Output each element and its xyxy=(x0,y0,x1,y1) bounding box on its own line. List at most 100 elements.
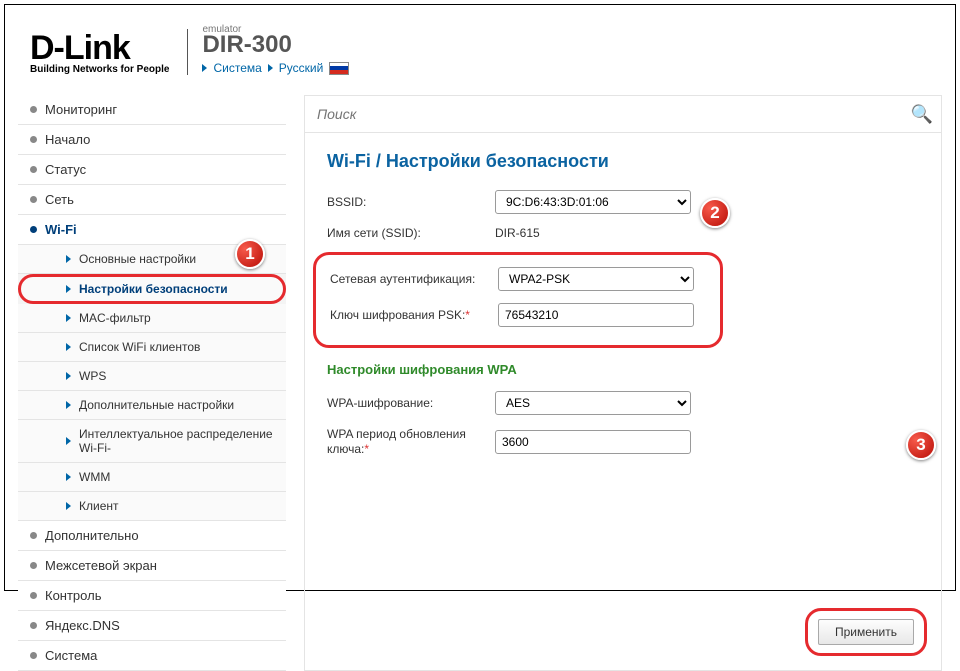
wpa-section-heading: Настройки шифрования WPA xyxy=(327,362,923,377)
apply-button[interactable]: Применить xyxy=(818,619,914,645)
wpa-enc-label: WPA-шифрование: xyxy=(327,396,495,410)
bullet-icon xyxy=(30,196,37,203)
sidebar-item-system[interactable]: Система xyxy=(18,641,286,671)
bullet-icon xyxy=(30,622,37,629)
submenu-smart-wifi[interactable]: Интеллектуальное распределение Wi-Fi- xyxy=(18,420,286,463)
callout-auth-box: Сетевая аутентификация: WPA2-PSK Ключ ши… xyxy=(313,252,723,348)
sidebar-item-label: Wi-Fi xyxy=(45,222,77,237)
submenu-label: Клиент xyxy=(79,499,119,513)
divider xyxy=(187,29,188,75)
submenu-security[interactable]: Настройки безопасности xyxy=(18,274,286,304)
bullet-icon xyxy=(30,562,37,569)
annotation-badge-2: 2 xyxy=(700,198,730,228)
submenu-label: Дополнительные настройки xyxy=(79,398,234,412)
bullet-icon xyxy=(30,226,37,233)
apply-callout: Применить xyxy=(805,608,927,656)
row-wpa-enc: WPA-шифрование: AES xyxy=(327,391,923,415)
submenu-label: Основные настройки xyxy=(79,252,196,266)
sidebar-item-label: Межсетевой экран xyxy=(45,558,157,573)
row-wpa-period: WPA период обновления ключа:* xyxy=(327,427,923,457)
search-input[interactable] xyxy=(313,100,911,128)
sidebar-item-label: Начало xyxy=(45,132,90,147)
auth-label: Сетевая аутентификация: xyxy=(330,272,498,286)
sidebar-item-label: Дополнительно xyxy=(45,528,139,543)
submenu-client-list[interactable]: Список WiFi клиентов xyxy=(18,333,286,362)
model-name: DIR-300 xyxy=(202,33,349,57)
caret-icon xyxy=(66,502,71,510)
search-icon[interactable]: 🔍 xyxy=(911,104,933,125)
submenu-label: WPS xyxy=(79,369,106,383)
submenu-label: Настройки безопасности xyxy=(79,282,228,296)
submenu-label: Список WiFi клиентов xyxy=(79,340,200,354)
sidebar-item-monitoring[interactable]: Мониторинг xyxy=(18,95,286,125)
bullet-icon xyxy=(30,592,37,599)
psk-input[interactable] xyxy=(498,303,694,327)
search-bar: 🔍 xyxy=(305,95,941,133)
bullet-icon xyxy=(30,166,37,173)
caret-icon xyxy=(268,64,273,72)
submenu-label: Интеллектуальное распределение Wi-Fi- xyxy=(79,427,278,455)
psk-label: Ключ шифрования PSK:* xyxy=(330,308,498,322)
sidebar-item-yandex-dns[interactable]: Яндекс.DNS xyxy=(18,611,286,641)
sidebar-item-label: Контроль xyxy=(45,588,101,603)
logo: D-Link Building Networks for People xyxy=(30,29,169,75)
annotation-badge-3: 3 xyxy=(906,430,936,460)
sidebar-item-network[interactable]: Сеть xyxy=(18,185,286,215)
sidebar-item-extra[interactable]: Дополнительно xyxy=(18,521,286,551)
page-title: Wi-Fi / Настройки безопасности xyxy=(327,151,923,172)
ssid-label: Имя сети (SSID): xyxy=(327,226,495,240)
caret-icon xyxy=(66,437,71,445)
brand-tagline: Building Networks for People xyxy=(30,64,169,75)
caret-icon xyxy=(66,343,71,351)
auth-select[interactable]: WPA2-PSK xyxy=(498,267,694,291)
breadcrumb: Система Русский xyxy=(202,61,349,75)
bullet-icon xyxy=(30,532,37,539)
wpa-period-input[interactable] xyxy=(495,430,691,454)
sidebar-item-label: Статус xyxy=(45,162,86,177)
row-auth: Сетевая аутентификация: WPA2-PSK xyxy=(330,267,706,291)
header: D-Link Building Networks for People emul… xyxy=(0,0,960,81)
wpa-period-label: WPA период обновления ключа:* xyxy=(327,427,495,457)
caret-icon xyxy=(202,64,207,72)
row-ssid: Имя сети (SSID): DIR-615 xyxy=(327,226,923,240)
ssid-value: DIR-615 xyxy=(495,226,540,240)
sidebar-item-status[interactable]: Статус xyxy=(18,155,286,185)
crumb-language[interactable]: Русский xyxy=(279,61,324,75)
model-block: emulator DIR-300 Система Русский xyxy=(202,24,349,75)
bullet-icon xyxy=(30,652,37,659)
bullet-icon xyxy=(30,136,37,143)
caret-icon xyxy=(66,255,71,263)
submenu-label: WMM xyxy=(79,470,110,484)
bssid-select[interactable]: 9C:D6:43:3D:01:06 xyxy=(495,190,691,214)
bullet-icon xyxy=(30,106,37,113)
submenu-wmm[interactable]: WMM xyxy=(18,463,286,492)
caret-icon xyxy=(66,401,71,409)
submenu-wps[interactable]: WPS xyxy=(18,362,286,391)
submenu-label: MAC-фильтр xyxy=(79,311,151,325)
crumb-system[interactable]: Система xyxy=(213,61,261,75)
brand: D-Link xyxy=(30,29,169,68)
sidebar-item-label: Сеть xyxy=(45,192,74,207)
submenu-mac-filter[interactable]: MAC-фильтр xyxy=(18,304,286,333)
submenu-advanced[interactable]: Дополнительные настройки xyxy=(18,391,286,420)
wifi-submenu: Основные настройки Настройки безопасност… xyxy=(18,245,286,521)
caret-icon xyxy=(66,473,71,481)
sidebar-item-label: Мониторинг xyxy=(45,102,117,117)
sidebar-item-start[interactable]: Начало xyxy=(18,125,286,155)
submenu-client[interactable]: Клиент xyxy=(18,492,286,521)
annotation-badge-1: 1 xyxy=(235,239,265,269)
sidebar-item-label: Яндекс.DNS xyxy=(45,618,120,633)
main-panel: 🔍 Wi-Fi / Настройки безопасности BSSID: … xyxy=(304,95,942,671)
wpa-enc-select[interactable]: AES xyxy=(495,391,691,415)
flag-ru-icon[interactable] xyxy=(329,62,349,75)
row-bssid: BSSID: 9C:D6:43:3D:01:06 xyxy=(327,190,923,214)
sidebar-item-control[interactable]: Контроль xyxy=(18,581,286,611)
sidebar-item-label: Система xyxy=(45,648,97,663)
row-psk: Ключ шифрования PSK:* xyxy=(330,303,706,327)
sidebar-item-firewall[interactable]: Межсетевой экран xyxy=(18,551,286,581)
bssid-label: BSSID: xyxy=(327,195,495,209)
sidebar: Мониторинг Начало Статус Сеть Wi-Fi Осно… xyxy=(18,95,286,671)
caret-icon xyxy=(66,285,71,293)
caret-icon xyxy=(66,372,71,380)
caret-icon xyxy=(66,314,71,322)
